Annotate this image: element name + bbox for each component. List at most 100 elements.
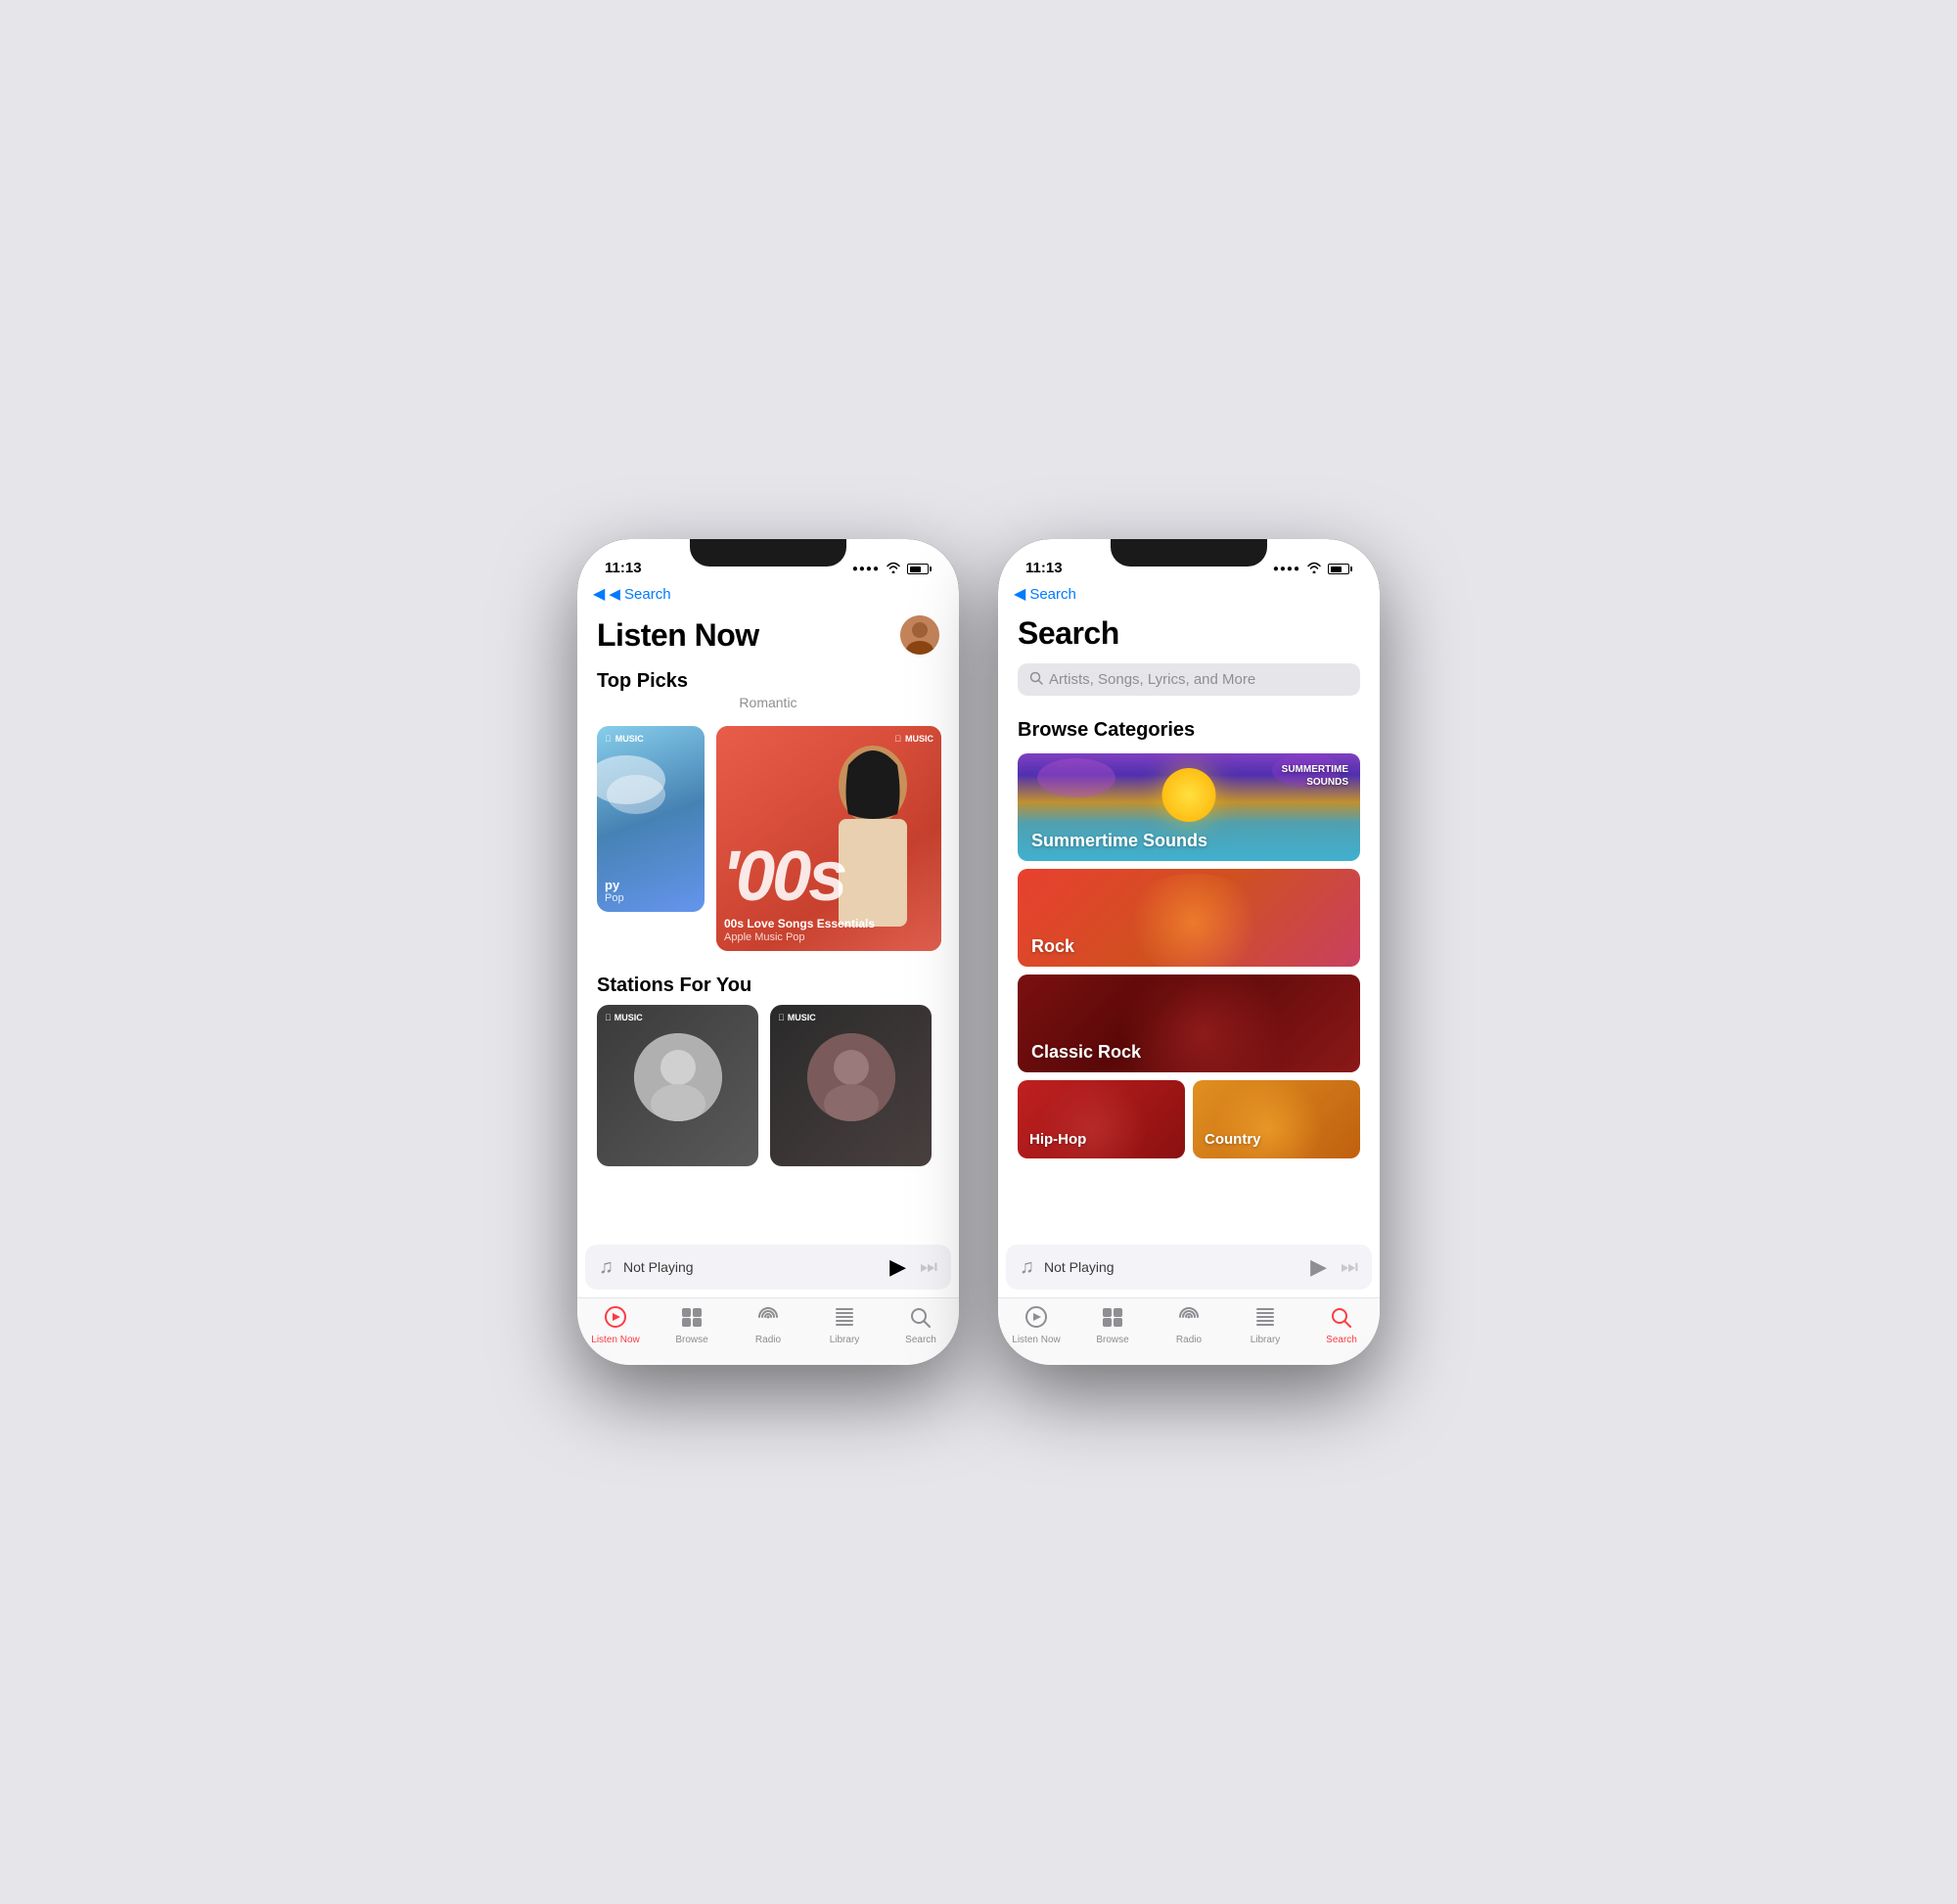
play-button-right[interactable]: ▶ xyxy=(1310,1254,1327,1280)
top-picks-title: Top Picks xyxy=(597,670,939,693)
now-playing-text-right: Not Playing xyxy=(1044,1259,1300,1275)
phone-left: 11:13 ●●●● ◀ ◀ Search xyxy=(577,539,959,1365)
card-00s-title: 00s Love Songs Essentials xyxy=(724,917,933,930)
stations-title: Stations For You xyxy=(597,975,939,997)
card-romantic[interactable]:  MUSIC py Pop xyxy=(597,726,705,912)
search-placeholder: Artists, Songs, Lyrics, and More xyxy=(1049,671,1255,688)
card-00s-info: 00s Love Songs Essentials Apple Music Po… xyxy=(724,917,933,943)
tab-label-search-left: Search xyxy=(905,1335,936,1345)
library-icon-left xyxy=(833,1306,856,1332)
back-nav-left[interactable]: ◀ ◀ Search xyxy=(577,582,959,608)
apple-logo-s2:  xyxy=(778,1013,785,1022)
time-right: 11:13 xyxy=(1025,560,1063,576)
phone-right: 11:13 ●●●● ◀ Search xyxy=(998,539,1380,1365)
notch-left xyxy=(690,539,846,567)
now-playing-controls-right: ▶ ⏭ xyxy=(1310,1254,1358,1280)
rock-blob xyxy=(1120,874,1267,967)
search-header: Search Artists, Songs, Lyrics, and More xyxy=(998,608,1380,707)
battery-icon-left xyxy=(907,564,932,574)
tab-library-right[interactable]: Library xyxy=(1227,1306,1303,1345)
back-label-left: ◀ Search xyxy=(609,585,670,603)
now-playing-bar-left[interactable]: ♫ Not Playing ▶ ⏭ xyxy=(585,1245,951,1290)
radio-icon-left xyxy=(756,1306,780,1332)
station-card-2[interactable]:  MUSIC xyxy=(770,1005,932,1166)
tab-browse-right[interactable]: Browse xyxy=(1074,1306,1151,1345)
tab-label-library-right: Library xyxy=(1251,1335,1281,1345)
search-title: Search xyxy=(1018,615,1360,652)
country-name: Country xyxy=(1205,1131,1261,1148)
category-rock[interactable]: Rock xyxy=(1018,869,1360,967)
summertime-badge: SUMMERTIMESOUNDS xyxy=(1282,763,1348,789)
browse-categories-header: Browse Categories xyxy=(998,707,1380,749)
summertime-name: Summertime Sounds xyxy=(1031,831,1207,850)
signal-icon-left: ●●●● xyxy=(852,564,880,574)
browse-icon-right xyxy=(1101,1306,1124,1332)
browse-categories-title: Browse Categories xyxy=(1018,719,1360,742)
skip-button-left[interactable]: ⏭ xyxy=(920,1256,937,1279)
tab-label-search-right: Search xyxy=(1326,1335,1357,1345)
station-circle-1 xyxy=(634,1033,722,1121)
category-hiphop[interactable]: Hip-Hop xyxy=(1018,1080,1185,1158)
search-magnifier-icon xyxy=(1029,671,1043,688)
music-note-icon-left: ♫ xyxy=(599,1256,614,1279)
signal-icon-right: ●●●● xyxy=(1273,564,1300,574)
categories-list: SUMMERTIMESOUNDS Summertime Sounds Rock xyxy=(998,749,1380,1174)
status-icons-left: ●●●● xyxy=(852,562,932,576)
classic-rock-name: Classic Rock xyxy=(1031,1042,1141,1062)
tab-search-left[interactable]: Search xyxy=(883,1306,959,1345)
category-summertime[interactable]: SUMMERTIMESOUNDS Summertime Sounds xyxy=(1018,753,1360,861)
apple-logo-2:  xyxy=(894,734,901,744)
now-playing-controls-left: ▶ ⏭ xyxy=(889,1254,937,1280)
listen-now-icon-right xyxy=(1024,1306,1048,1332)
avatar[interactable] xyxy=(900,615,939,655)
tab-library-left[interactable]: Library xyxy=(806,1306,883,1345)
listen-now-title: Listen Now xyxy=(597,617,759,654)
apple-logo-s1:  xyxy=(605,1013,612,1022)
station-card-1[interactable]:  MUSIC xyxy=(597,1005,758,1166)
rock-label: Rock xyxy=(1031,936,1074,957)
stations-row:  MUSIC  MUSIC xyxy=(577,1001,959,1178)
battery-icon-right xyxy=(1328,564,1352,574)
card-00s[interactable]: '00s  MUSIC 00s Love Songs Essentials A… xyxy=(716,726,941,951)
tab-listen-now-left[interactable]: Listen Now xyxy=(577,1306,654,1345)
card-1-info: py Pop xyxy=(605,878,697,904)
tab-label-browse-left: Browse xyxy=(675,1335,707,1345)
skip-button-right[interactable]: ⏭ xyxy=(1341,1256,1358,1279)
station-badge-1:  MUSIC xyxy=(605,1013,643,1022)
top-picks-header: Top Picks Romantic xyxy=(577,666,959,718)
play-button-left[interactable]: ▶ xyxy=(889,1254,906,1280)
tab-radio-right[interactable]: Radio xyxy=(1151,1306,1227,1345)
hiphop-name: Hip-Hop xyxy=(1029,1131,1086,1148)
status-icons-right: ●●●● xyxy=(1273,562,1352,576)
tab-label-library-left: Library xyxy=(830,1335,860,1345)
back-arrow-left: ◀ xyxy=(593,584,605,604)
search-icon-right xyxy=(1330,1306,1353,1332)
back-nav-right[interactable]: ◀ Search xyxy=(998,582,1380,608)
tab-search-right[interactable]: Search xyxy=(1303,1306,1380,1345)
music-s2: MUSIC xyxy=(788,1013,816,1022)
category-classic-rock[interactable]: Classic Rock xyxy=(1018,975,1360,1072)
category-country[interactable]: Country xyxy=(1193,1080,1360,1158)
tab-radio-left[interactable]: Radio xyxy=(730,1306,806,1345)
category-row-bottom: Hip-Hop Country xyxy=(1018,1080,1360,1158)
now-playing-text-left: Not Playing xyxy=(623,1259,880,1275)
station-circle-2 xyxy=(807,1033,895,1121)
apple-logo-1:  xyxy=(605,734,612,744)
back-arrow-right: ◀ xyxy=(1014,584,1025,604)
now-playing-bar-right[interactable]: ♫ Not Playing ▶ ⏭ xyxy=(1006,1245,1372,1290)
screen-left: 11:13 ●●●● ◀ ◀ Search xyxy=(577,539,959,1365)
screen-right: 11:13 ●●●● ◀ Search xyxy=(998,539,1380,1365)
listen-now-header: Listen Now xyxy=(577,608,959,666)
tab-browse-left[interactable]: Browse xyxy=(654,1306,730,1345)
country-label: Country xyxy=(1205,1131,1261,1149)
card-00s-subtitle: Apple Music Pop xyxy=(724,931,933,943)
music-text-2: MUSIC xyxy=(905,734,933,744)
apple-music-badge-2:  MUSIC xyxy=(894,734,933,744)
music-text-1: MUSIC xyxy=(615,734,644,744)
library-icon-right xyxy=(1253,1306,1277,1332)
tab-listen-now-right[interactable]: Listen Now xyxy=(998,1306,1074,1345)
browse-icon-left xyxy=(680,1306,704,1332)
search-input-container[interactable]: Artists, Songs, Lyrics, and More xyxy=(1018,663,1360,696)
apple-music-badge-1:  MUSIC xyxy=(605,734,697,744)
time-left: 11:13 xyxy=(605,560,642,576)
